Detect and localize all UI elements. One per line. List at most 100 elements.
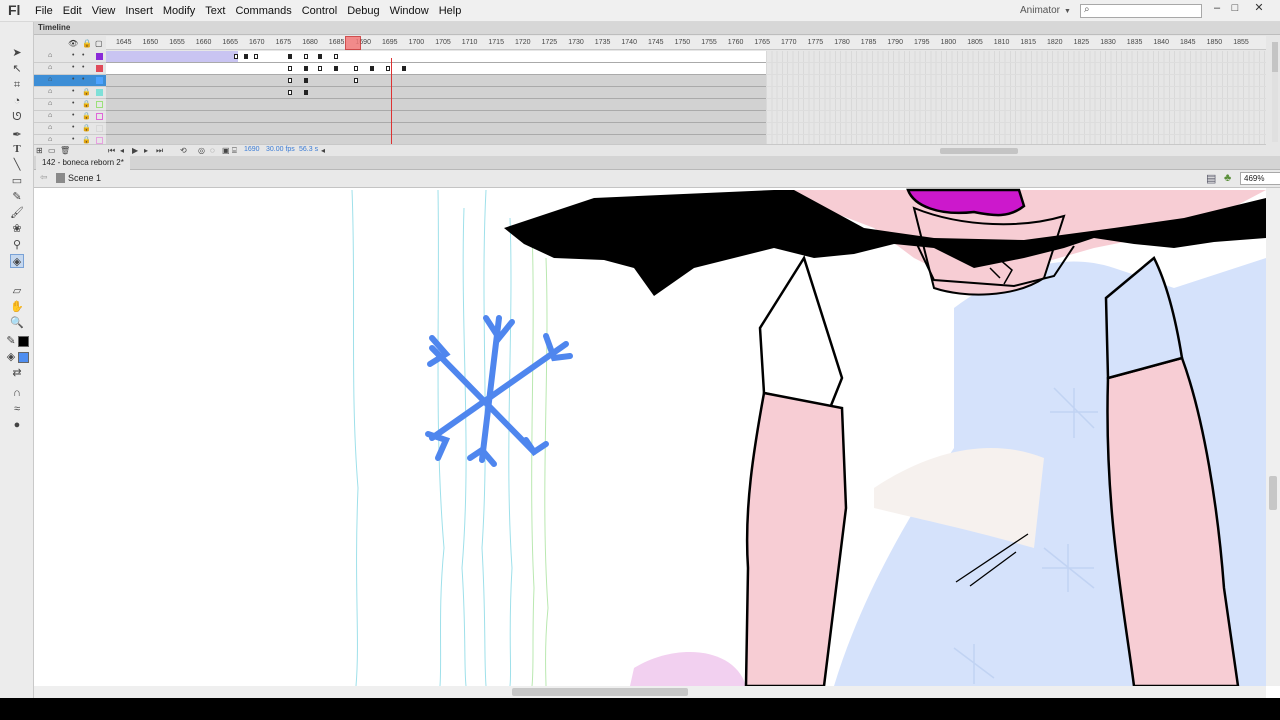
layer-color-swatch[interactable] (96, 101, 103, 108)
pencil-tool-icon[interactable]: ✎ (10, 190, 24, 204)
keyframe[interactable] (304, 90, 308, 95)
visibility-dot-icon[interactable]: • (72, 100, 74, 107)
layer-frames[interactable] (106, 75, 766, 87)
pen-tool-icon[interactable]: ✒ (10, 128, 24, 142)
first-frame-icon[interactable]: ⏮ (108, 146, 115, 156)
keyframe[interactable] (354, 66, 358, 71)
play-icon[interactable]: ▶ (132, 146, 138, 155)
layer-frames[interactable] (106, 111, 766, 123)
stage[interactable] (34, 188, 1266, 686)
deco-tool-icon[interactable]: ❀ (10, 222, 24, 236)
brush-tool-icon[interactable]: 🖌 (10, 206, 24, 220)
scroll-thumb[interactable] (1269, 476, 1277, 510)
visibility-dot-icon[interactable]: • (72, 52, 74, 59)
onion-outline-icon[interactable]: ◌ (210, 146, 215, 155)
keyframe[interactable] (304, 54, 308, 59)
keyframe[interactable] (288, 54, 292, 59)
new-folder-icon[interactable]: ▭ (48, 146, 56, 155)
layer-type-icon[interactable]: ⌂ (48, 88, 52, 95)
stage-vscroll[interactable] (1266, 188, 1280, 686)
empty-frames[interactable] (766, 111, 1266, 123)
keyframe[interactable] (402, 66, 406, 71)
layer-type-icon[interactable]: ⌂ (48, 100, 52, 107)
edit-multiple-icon[interactable]: ▣ (222, 146, 230, 155)
lock-icon[interactable]: 🔒 (82, 136, 91, 144)
layer-color-swatch[interactable] (96, 113, 103, 120)
layer-name-cell[interactable]: ⌂ • • (34, 51, 106, 63)
visibility-dot-icon[interactable]: • (72, 112, 74, 119)
menu-edit[interactable]: Edit (58, 5, 87, 17)
layer-color-swatch[interactable] (96, 137, 103, 144)
scroll-thumb[interactable] (512, 688, 688, 696)
layer-color-swatch[interactable] (96, 125, 103, 132)
zoom-tool-icon[interactable]: 🔍 (10, 316, 24, 330)
layer-color-swatch[interactable] (96, 89, 103, 96)
paint-bucket-tool-icon[interactable]: ◈ (10, 254, 24, 268)
visibility-dot-icon[interactable]: • (72, 88, 74, 95)
layer-row[interactable]: ⌂ • • (34, 63, 1266, 75)
frame-ruler[interactable]: 1645 1650 1655 1660 1665 1670 1675 1680 1685 1690… (106, 36, 1266, 50)
layer-frames[interactable] (106, 87, 766, 99)
last-frame-icon[interactable]: ⏭ (156, 146, 163, 156)
scroll-thumb[interactable] (1272, 42, 1278, 72)
fill-color-swatch[interactable] (18, 352, 29, 363)
lock-icon[interactable]: 🔒 (82, 100, 91, 108)
menu-help[interactable]: Help (434, 5, 467, 17)
keyframe[interactable] (354, 78, 358, 83)
help-search[interactable]: ⌕ (1080, 4, 1202, 18)
text-tool-icon[interactable]: T (10, 142, 24, 156)
lock-icon[interactable]: • (82, 52, 84, 59)
layer-frames[interactable] (106, 51, 766, 63)
close-button[interactable]: ✕ (1248, 1, 1270, 15)
layer-type-icon[interactable]: ⌂ (48, 76, 52, 83)
layer-row[interactable]: ⌂ • 🔒 (34, 87, 1266, 99)
edit-scene-icon[interactable]: ♣ (1224, 172, 1231, 184)
layer-row[interactable]: ⌂ • 🔒 (34, 99, 1266, 111)
menu-commands[interactable]: Commands (230, 5, 296, 17)
delete-layer-icon[interactable]: 🗑 (60, 146, 70, 155)
keyframe[interactable] (386, 66, 390, 71)
menu-control[interactable]: Control (297, 5, 342, 17)
lock-icon[interactable]: 🔒 (82, 88, 91, 96)
layer-color-swatch[interactable] (96, 53, 103, 60)
empty-frames[interactable] (766, 87, 1266, 99)
lock-icon[interactable]: 🔒 (82, 124, 91, 132)
layer-frames[interactable] (106, 99, 766, 111)
show-all-layers-icon[interactable]: 👁 (68, 39, 78, 48)
layer-row[interactable]: ⌂ • 🔒 (34, 111, 1266, 123)
keyframe[interactable] (234, 54, 238, 59)
swap-colors-icon[interactable]: ⇄ (10, 366, 24, 380)
document-tab[interactable]: 142 - boneca reborn 2* (36, 156, 130, 170)
layer-color-swatch[interactable] (96, 77, 103, 84)
restore-button[interactable]: □ (1224, 1, 1246, 15)
zoom-select[interactable]: 469%▼ (1240, 172, 1280, 185)
layer-name-cell[interactable]: ⌂ • 🔒 (34, 123, 106, 135)
stroke-color-swatch[interactable] (18, 336, 29, 347)
stage-hscroll[interactable] (34, 686, 1266, 698)
selection-tool-icon[interactable]: ➤ (10, 46, 24, 60)
empty-frames[interactable] (766, 63, 1266, 75)
keyframe[interactable] (318, 66, 322, 71)
lock-all-layers-icon[interactable]: 🔒 (82, 39, 92, 48)
layer-color-swatch[interactable] (96, 65, 103, 72)
layer-row[interactable]: ⌂ • 🔒 (34, 123, 1266, 135)
workspace-switcher[interactable]: Animator ▼ (1020, 5, 1071, 16)
gradient-transform-tool-icon[interactable]: ◔ (10, 94, 24, 108)
lock-icon[interactable]: • (82, 64, 84, 71)
visibility-dot-icon[interactable]: • (72, 124, 74, 131)
subselection-tool-icon[interactable]: ↖ (10, 62, 24, 76)
layer-name-cell[interactable]: ⌂ • 🔒 (34, 111, 106, 123)
timeline-vscroll[interactable] (1272, 42, 1278, 142)
menu-file[interactable]: File (30, 5, 58, 17)
keyframe[interactable] (318, 54, 322, 59)
lock-icon[interactable]: • (82, 76, 84, 83)
empty-frames[interactable] (766, 51, 1266, 63)
keyframe[interactable] (244, 54, 248, 59)
layer-type-icon[interactable]: ⌂ (48, 64, 52, 71)
layer-row[interactable]: ⌂ • • (34, 51, 1266, 63)
eraser-tool-icon[interactable]: ▱ (10, 284, 24, 298)
tween-span[interactable] (106, 51, 238, 62)
scene-label[interactable]: Scene 1 (68, 173, 101, 183)
keyframe[interactable] (288, 90, 292, 95)
current-frame[interactable]: 1690 (244, 146, 260, 153)
